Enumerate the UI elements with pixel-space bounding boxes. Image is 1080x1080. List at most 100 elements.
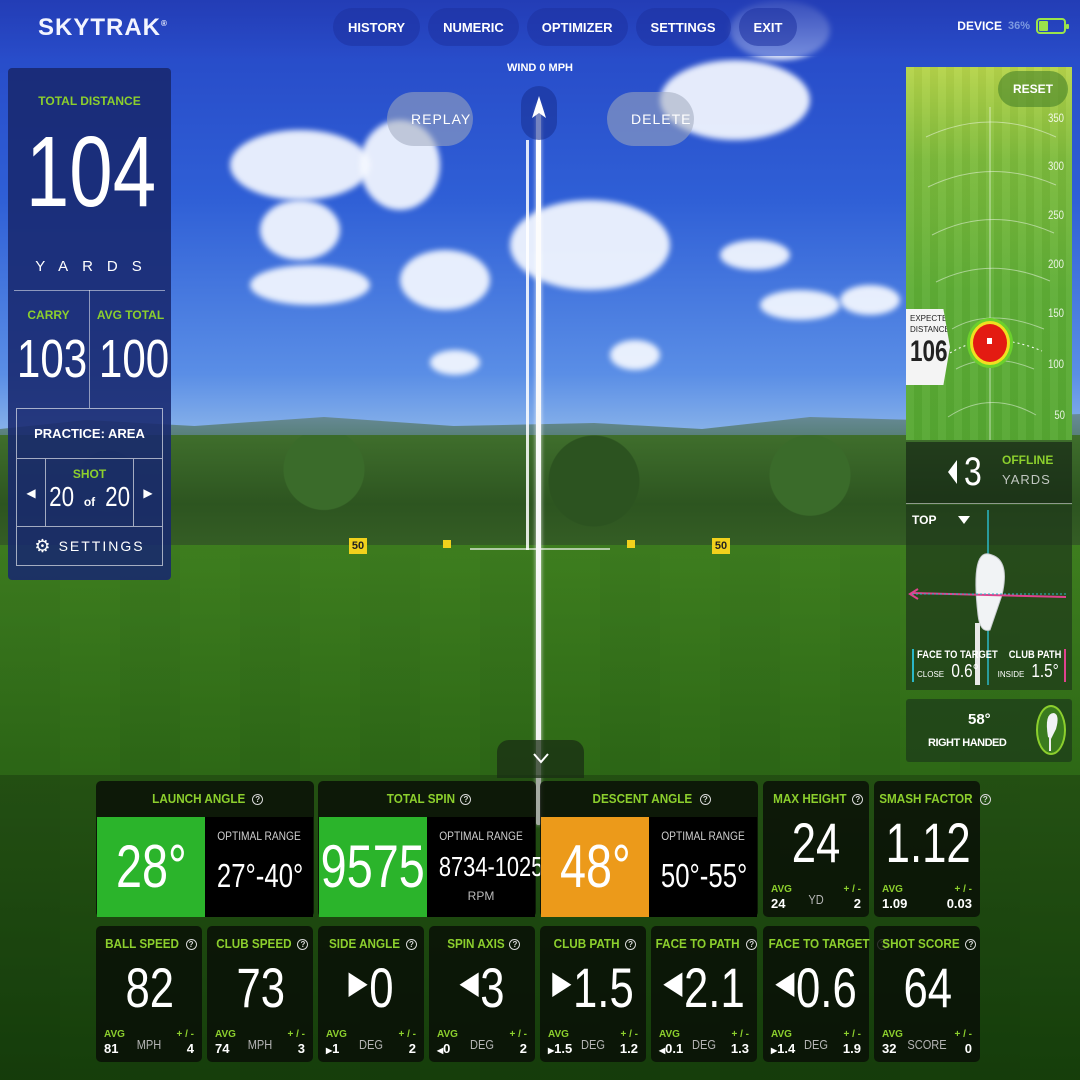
wedge-icon	[1036, 705, 1066, 755]
club-path-dir: INSIDE	[997, 670, 1025, 679]
shot-navigator: ◀ SHOT 20 of 20 ▶	[17, 459, 162, 527]
yard-tick: 300	[1047, 159, 1064, 173]
metric-value: 2.1	[684, 956, 745, 1019]
carry-value: 103	[16, 329, 88, 389]
help-icon[interactable]: ?	[252, 794, 264, 805]
metric-title: LAUNCH ANGLE	[151, 791, 246, 806]
help-icon[interactable]: ?	[965, 939, 977, 950]
metric-title: SMASH FACTOR	[879, 791, 973, 806]
cloud	[230, 130, 370, 200]
range-map: RESET 350 300 250 200 150 100 50 EXPECTE…	[906, 67, 1072, 440]
metric-title: CLUB PATH	[553, 936, 620, 951]
total-distance-label: TOTAL DISTANCE	[38, 94, 141, 108]
help-icon[interactable]: ?	[460, 794, 472, 805]
nav-optimizer-button[interactable]: OPTIMIZER	[526, 8, 628, 46]
avg-total-value: 100	[98, 329, 170, 389]
direction-arrow-icon: ◀	[775, 964, 795, 1000]
distance-units: YARDS	[35, 258, 156, 275]
offline-units: YARDS	[1002, 472, 1051, 487]
help-icon[interactable]: ?	[852, 794, 864, 805]
next-shot-button[interactable]: ▶	[134, 459, 162, 526]
top-bar: SKYTRAK® HISTORY NUMERIC OPTIMIZER SETTI…	[0, 0, 1080, 56]
ball-landing-marker	[973, 324, 1007, 362]
chevron-down-icon	[532, 753, 549, 764]
yard-tick: 100	[1047, 357, 1064, 371]
practice-settings-button[interactable]: ⚙ SETTINGS	[17, 527, 162, 565]
expected-label: DISTANCE	[910, 325, 950, 334]
cloud	[250, 265, 370, 305]
yard-sign: 50	[349, 538, 367, 554]
avg-total-label: AVG TOTAL	[96, 308, 165, 322]
delete-button[interactable]: DELETE	[607, 92, 694, 146]
prev-shot-button[interactable]: ◀	[17, 459, 45, 526]
nav-exit-button[interactable]: EXIT	[738, 8, 798, 46]
help-icon[interactable]: ?	[509, 939, 521, 950]
face-to-target-label: FACE TO TARGET	[917, 649, 998, 661]
help-icon[interactable]: ?	[699, 794, 711, 805]
view-dropdown[interactable]: TOP	[912, 513, 971, 527]
direction-arrow-icon: ◀	[459, 964, 479, 1000]
delete-label: DELETE	[631, 111, 692, 127]
practice-mode: PRACTICE: AREA	[17, 409, 162, 459]
metric-card-max-height: MAX HEIGHT? 24 AVG 24 YD + / - 2	[763, 781, 869, 917]
ball-trajectory-tracer	[536, 105, 541, 825]
yard-tick: 350	[1047, 111, 1064, 125]
collapse-metrics-button[interactable]	[497, 740, 584, 778]
metric-card-club-speed: CLUB SPEED? 73 AVG 74 MPH + / - 3	[207, 926, 313, 1062]
cloud	[610, 340, 660, 370]
variance-value: 3	[297, 1041, 305, 1056]
avg-value: 1.09	[882, 896, 908, 911]
metric-title: FACE TO PATH	[655, 936, 740, 951]
help-icon[interactable]: ?	[979, 794, 991, 805]
help-icon[interactable]: ?	[625, 939, 637, 950]
help-icon[interactable]: ?	[746, 939, 758, 950]
yard-tick: 150	[1047, 306, 1064, 320]
expected-label: EXPECTED	[910, 314, 954, 323]
help-icon[interactable]: ?	[405, 939, 417, 950]
cloud	[840, 285, 900, 315]
left-arrow-icon	[948, 460, 957, 484]
carry-stat: CARRY 103	[8, 308, 89, 386]
nav-history-button[interactable]: HISTORY	[333, 8, 421, 46]
nav-numeric-button[interactable]: NUMERIC	[428, 8, 519, 46]
optimal-range-value: 50°-55°	[660, 857, 748, 894]
yard-tick: 250	[1047, 208, 1064, 222]
variance-value: 1.9	[842, 1041, 861, 1056]
yard-tick: 50	[1053, 408, 1065, 422]
metric-value: 48°	[559, 833, 631, 900]
club-selector[interactable]: 58° RIGHT HANDED	[906, 699, 1072, 762]
variance-value: 0.03	[946, 896, 972, 911]
nav-settings-button[interactable]: SETTINGS	[635, 8, 731, 46]
yard-sign-far	[627, 540, 635, 548]
variance-value: 1.2	[619, 1041, 638, 1056]
gear-icon: ⚙	[34, 535, 53, 556]
yard-sign-far	[443, 540, 451, 548]
direction-arrow-icon: ◀	[663, 964, 683, 1000]
metric-value: 3	[480, 956, 505, 1019]
optimal-range-label: OPTIMAL RANGE	[439, 829, 523, 843]
metric-title: MAX HEIGHT	[772, 791, 847, 806]
handedness: RIGHT HANDED	[928, 737, 1007, 749]
cloud	[720, 240, 790, 270]
help-icon[interactable]: ?	[185, 939, 197, 950]
expected-distance-value: 106	[910, 335, 948, 368]
face-to-target-value: 0.6°	[950, 661, 979, 681]
carry-label: CARRY	[27, 308, 70, 322]
help-icon[interactable]: ?	[297, 939, 309, 950]
battery-percent: 36%	[1007, 20, 1030, 32]
metric-title: DESCENT ANGLE	[592, 791, 693, 806]
reset-button[interactable]: RESET	[998, 71, 1068, 107]
shot-current: 20	[49, 481, 75, 512]
chevron-down-icon	[958, 516, 971, 524]
wind-label: WIND 0 MPH	[507, 62, 573, 74]
metric-value: 73	[236, 956, 286, 1019]
shot-total: 20	[104, 481, 130, 512]
metric-value: 1.12	[885, 811, 971, 874]
direction-arrow-icon: ▶	[552, 964, 572, 1000]
metric-card-shot-score: SHOT SCORE? 64 AVG 32 SCORE + / - 0	[874, 926, 980, 1062]
club-path-readout: CLUB PATH INSIDE 1.5°	[998, 649, 1066, 682]
metric-card-spin-axis: SPIN AXIS? ◀3 AVG ◀0 DEG + / - 2	[429, 926, 535, 1062]
metric-card-face-to-target: FACE TO TARGET? ◀0.6 AVG ▶1.4 DEG + / - …	[763, 926, 889, 1062]
cloud	[760, 290, 840, 320]
replay-button[interactable]: REPLAY	[387, 92, 473, 146]
